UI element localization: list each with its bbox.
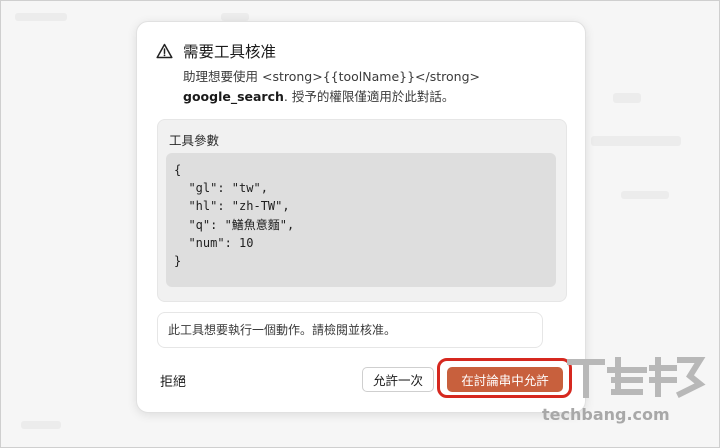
reject-button[interactable]: 拒絕: [160, 367, 204, 393]
description-prefix: 助理想要使用 <strong>{{toolName}}</strong>: [183, 69, 481, 84]
background-placeholder: [221, 13, 249, 21]
description-suffix: . 授予的權限僅適用於此對話。: [283, 89, 455, 104]
tool-params-panel: 工具參數 { "gl": "tw", "hl": "zh-TW", "q": "…: [157, 119, 567, 302]
tool-params-code: { "gl": "tw", "hl": "zh-TW", "q": "鱔魚意麵"…: [166, 153, 556, 287]
tool-params-label: 工具參數: [169, 133, 220, 148]
allow-in-thread-button[interactable]: 在討論串中允許: [447, 367, 563, 392]
tool-name: google_search: [183, 89, 284, 104]
background-placeholder: [21, 421, 61, 429]
action-notice: 此工具想要執行一個動作。請檢閱並核准。: [157, 312, 543, 348]
background-placeholder: [15, 13, 67, 21]
allow-once-button[interactable]: 允許一次: [362, 367, 434, 392]
tool-approval-dialog: 需要工具核准 助理想要使用 <strong>{{toolName}}</stro…: [136, 21, 586, 413]
background-placeholder: [613, 93, 641, 103]
dialog-description: 助理想要使用 <strong>{{toolName}}</strong> goog…: [183, 67, 573, 107]
background-placeholder: [621, 191, 669, 199]
warning-triangle-icon: [156, 43, 173, 59]
dialog-title: 需要工具核准: [183, 43, 277, 61]
dialog-header: 需要工具核准: [156, 40, 276, 62]
background-placeholder: [591, 136, 681, 146]
